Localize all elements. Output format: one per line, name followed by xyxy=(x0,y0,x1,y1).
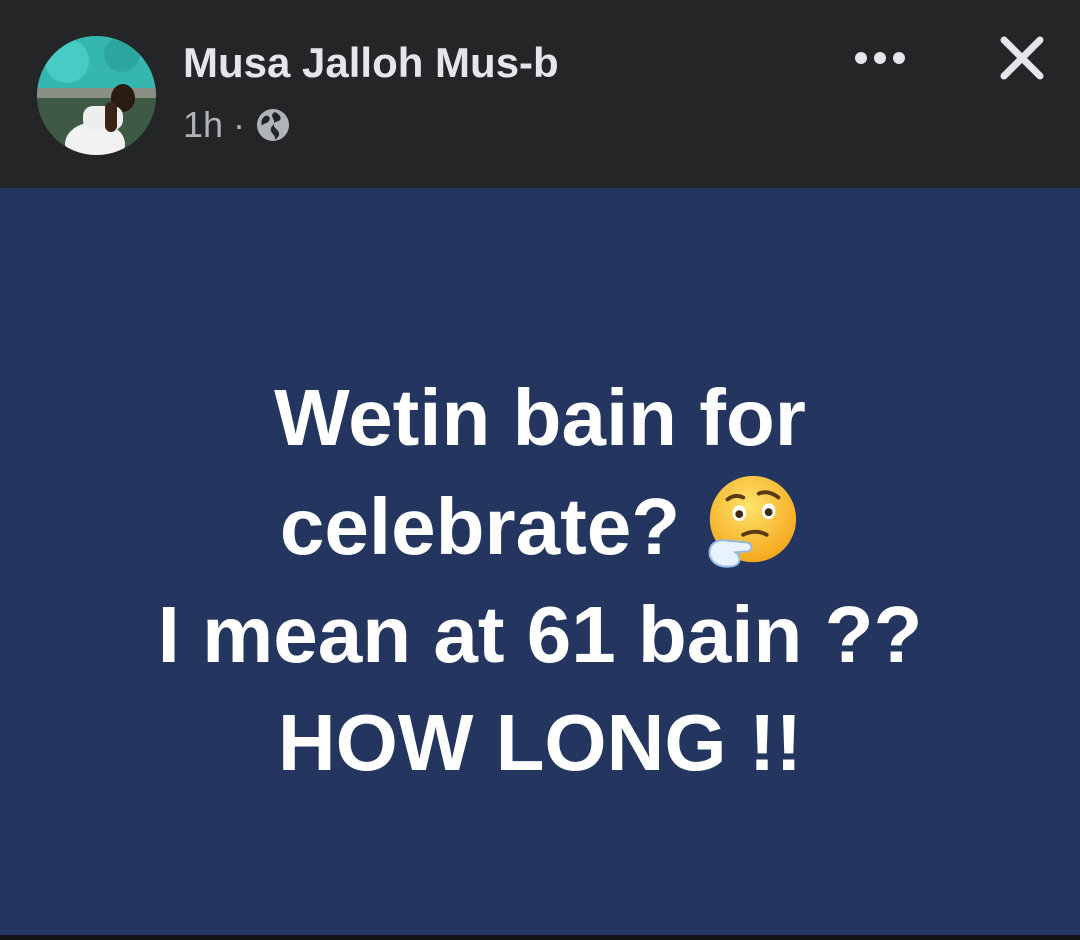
post-viewer: Musa Jalloh Mus-b 1h · Wetin bain for ce… xyxy=(0,0,1080,940)
thinking-face-icon xyxy=(708,475,797,568)
close-icon xyxy=(1000,36,1044,80)
post-timestamp[interactable]: 1h xyxy=(183,104,223,146)
author-name[interactable]: Musa Jalloh Mus-b xyxy=(183,38,559,88)
avatar-photo xyxy=(37,36,156,155)
post-meta: 1h · xyxy=(183,104,291,146)
post-line-4: HOW LONG !! xyxy=(277,698,803,787)
post-line-2-wrapper: celebrate? xyxy=(0,472,1080,581)
author-avatar[interactable] xyxy=(37,36,156,155)
close-button[interactable] xyxy=(990,28,1054,88)
more-options-button[interactable] xyxy=(848,38,912,78)
post-line-1: Wetin bain for xyxy=(274,373,806,462)
post-line-3: I mean at 61 bain ?? xyxy=(157,590,923,679)
meta-separator: · xyxy=(233,104,246,145)
post-text: Wetin bain for celebrate? I mean at 61 b… xyxy=(0,364,1080,797)
post-line-2: celebrate? xyxy=(279,482,681,571)
globe-icon[interactable] xyxy=(255,107,291,143)
post-header: Musa Jalloh Mus-b 1h · xyxy=(0,0,1080,188)
more-options-icon xyxy=(855,52,905,64)
bottom-divider xyxy=(0,935,1080,940)
post-content: Wetin bain for celebrate? I mean at 61 b… xyxy=(0,188,1080,935)
